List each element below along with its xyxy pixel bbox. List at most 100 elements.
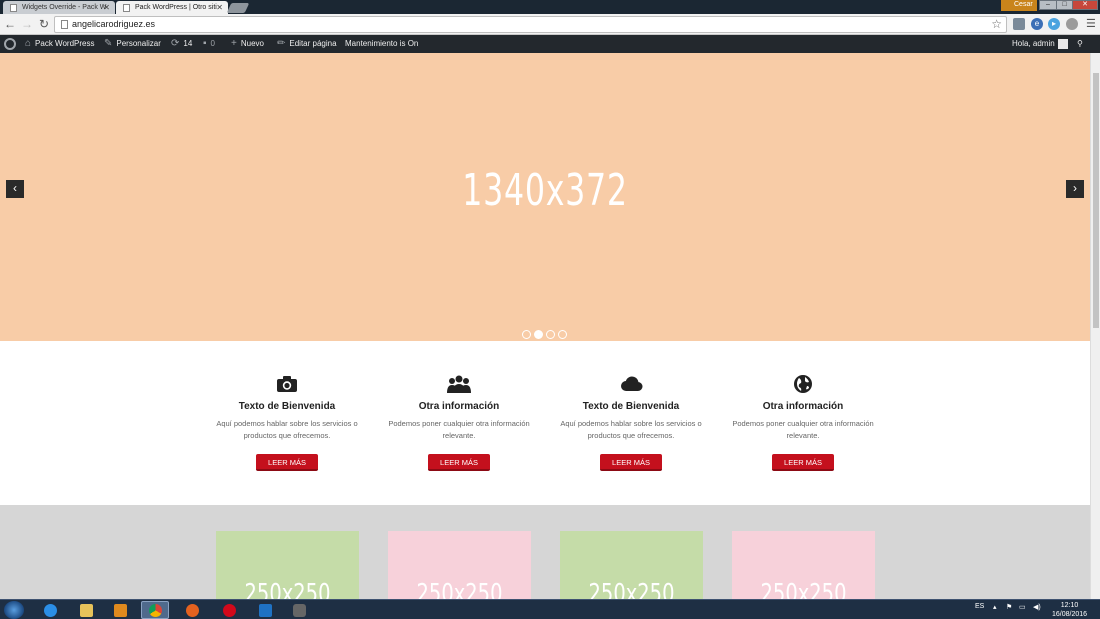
scrollbar-thumb[interactable] — [1093, 73, 1099, 328]
pencil-icon: ✏ — [277, 38, 286, 49]
url-text[interactable]: angelicarodriguez.es — [72, 19, 155, 29]
brush-icon: ✎ — [104, 38, 113, 49]
camera-icon — [212, 373, 362, 395]
feature-text: Podemos poner cualquier otra información… — [388, 419, 530, 440]
feature-text: Aquí podemos hablar sobre los servicios … — [216, 419, 358, 440]
adminbar-account[interactable]: Hola, admin — [1012, 35, 1068, 53]
slide-placeholder-text: 1340x372 — [462, 165, 628, 216]
profile-button[interactable]: Cesar — [1001, 0, 1037, 11]
slider-prev-button[interactable]: ‹ — [6, 180, 24, 198]
tray-expand-icon[interactable]: ▴ — [993, 603, 997, 611]
chevron-right-icon: › — [1073, 181, 1077, 195]
avatar — [1057, 38, 1068, 49]
features-section: Texto de Bienvenida Aquí podemos hablar … — [0, 341, 1090, 505]
browser-tab[interactable]: Widgets Override - Pack W ✕ — [3, 1, 115, 14]
action-center-icon[interactable]: ⚑ — [1006, 603, 1012, 611]
read-more-button[interactable]: LEER MÁS — [256, 454, 318, 471]
cast-icon[interactable] — [1013, 18, 1025, 30]
outlook-icon[interactable] — [251, 601, 279, 619]
start-button[interactable] — [4, 601, 24, 619]
feature-title: Texto de Bienvenida — [238, 401, 336, 412]
slider-dot-active[interactable] — [534, 330, 543, 339]
maximize-button[interactable]: □ — [1056, 0, 1073, 10]
system-clock[interactable]: 12:10 16/08/2016 — [1052, 601, 1087, 619]
adminbar-edit-label: Editar página — [289, 39, 337, 48]
adminbar-edit-page[interactable]: ✏ Editar página — [277, 35, 337, 53]
clock-date: 16/08/2016 — [1052, 611, 1088, 618]
internet-explorer-icon[interactable] — [36, 601, 64, 619]
feature-card: Otra información Podemos poner cualquier… — [384, 373, 534, 471]
maintenance-status: Mantenimiento is On — [345, 39, 419, 48]
slider-next-button[interactable]: › — [1066, 180, 1084, 198]
feature-card: Texto de Bienvenida Aquí podemos hablar … — [212, 373, 362, 471]
volume-icon[interactable]: ◀) — [1033, 603, 1041, 611]
hero-slider: 1340x372 ‹ › — [0, 53, 1090, 341]
back-icon[interactable]: ← — [3, 17, 17, 31]
read-more-button[interactable]: LEER MÁS — [428, 454, 490, 471]
language-indicator[interactable]: ES — [975, 603, 984, 610]
read-more-button[interactable]: LEER MÁS — [600, 454, 662, 471]
account-greeting: Hola, admin — [1012, 39, 1055, 48]
reload-icon[interactable]: ↻ — [37, 17, 51, 31]
media-player-icon[interactable] — [106, 601, 134, 619]
globe-icon — [728, 373, 878, 395]
address-bar[interactable]: angelicarodriguez.es ☆ — [54, 16, 1007, 33]
chrome-menu-icon[interactable]: ☰ — [1086, 17, 1096, 30]
feature-title: Otra información — [418, 401, 500, 412]
comment-icon: ▪ — [203, 38, 207, 49]
feature-title: Texto de Bienvenida — [582, 401, 680, 412]
profile-name: Cesar — [1014, 1, 1033, 8]
slider-dot[interactable] — [546, 330, 555, 339]
windows-taskbar: ES ▴ ⚑ ▭ ◀) 12:10 16/08/2016 — [0, 599, 1100, 619]
plus-icon: + — [231, 38, 237, 49]
network-icon[interactable]: ▭ — [1019, 603, 1026, 611]
clock-time: 12:10 — [1060, 602, 1079, 609]
close-window-button[interactable]: ✕ — [1072, 0, 1098, 10]
cloud-icon — [556, 373, 706, 395]
adminbar-site[interactable]: ⌂ Pack WordPress — [25, 35, 94, 53]
slider-dot[interactable] — [558, 330, 567, 339]
users-icon — [384, 373, 534, 395]
tile-placeholder-text: 250x250 — [416, 579, 503, 599]
adminbar-new-label: Nuevo — [240, 39, 264, 48]
adminbar-customize[interactable]: ✎ Personalizar — [104, 35, 161, 53]
slider-dot[interactable] — [522, 330, 531, 339]
page-info-icon[interactable] — [61, 20, 68, 29]
feature-text: Podemos poner cualquier otra información… — [732, 419, 874, 440]
chrome-icon[interactable] — [141, 601, 169, 619]
feature-card: Otra información Podemos poner cualquier… — [728, 373, 878, 471]
extension-play-icon[interactable]: ▸ — [1048, 18, 1060, 30]
adminbar-comments[interactable]: ▪ 0 — [203, 35, 215, 53]
extension-icon[interactable] — [1066, 18, 1078, 30]
wordpress-logo-icon[interactable] — [4, 38, 16, 50]
bookmark-star-icon[interactable]: ☆ — [991, 17, 1002, 31]
feature-title: Otra información — [762, 401, 844, 412]
gallery-tile[interactable]: 250x250 — [388, 531, 531, 599]
wp-admin-bar: ⌂ Pack WordPress ✎ Personalizar ⟳ 14 ▪ 0 + Nu… — [0, 35, 1100, 53]
new-tab-button[interactable] — [226, 3, 250, 13]
chevron-left-icon: ‹ — [13, 181, 17, 195]
read-more-button[interactable]: LEER MÁS — [772, 454, 834, 471]
minimize-button[interactable]: – — [1039, 0, 1057, 10]
opera-icon[interactable] — [215, 601, 243, 619]
adminbar-updates[interactable]: ⟳ 14 — [171, 35, 192, 53]
gallery-tile[interactable]: 250x250 — [560, 531, 703, 599]
file-explorer-icon[interactable] — [72, 601, 100, 619]
browser-tab-strip: Widgets Override - Pack W ✕ Pack WordPre… — [0, 0, 1100, 14]
close-tab-icon[interactable]: ✕ — [103, 3, 110, 12]
adminbar-new[interactable]: + Nuevo — [231, 35, 264, 53]
gallery-tile[interactable]: 250x250 — [216, 531, 359, 599]
gallery-tile[interactable]: 250x250 — [732, 531, 875, 599]
camera-app-icon[interactable] — [285, 601, 313, 619]
page-scrollbar[interactable] — [1090, 53, 1100, 599]
browser-tab-active[interactable]: Pack WordPress | Otro siti ✕ — [116, 1, 228, 14]
tile-placeholder-text: 250x250 — [244, 579, 331, 599]
close-tab-icon[interactable]: ✕ — [216, 3, 223, 12]
adminbar-maintenance[interactable]: Mantenimiento is On — [345, 35, 418, 53]
extension-icon[interactable]: e — [1031, 18, 1043, 30]
browser-toolbar: ← → ↻ angelicarodriguez.es ☆ e ▸ ☰ — [0, 14, 1100, 35]
forward-icon[interactable]: → — [20, 17, 34, 31]
search-icon[interactable]: ⚲ — [1077, 35, 1083, 53]
tile-placeholder-text: 250x250 — [760, 579, 847, 599]
firefox-icon[interactable] — [178, 601, 206, 619]
